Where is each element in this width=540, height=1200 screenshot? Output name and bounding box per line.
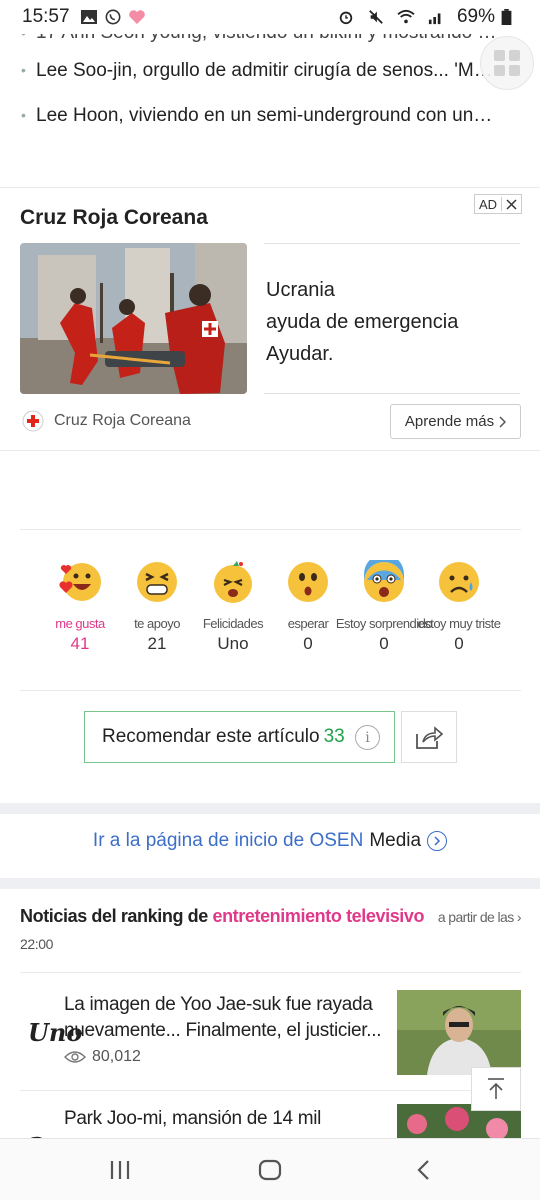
news-thumbnail[interactable]: [397, 990, 521, 1075]
reaction-surprised[interactable]: Estoy sorprendido 0: [336, 560, 433, 654]
reaction-congrats[interactable]: Felicidades Uno: [195, 560, 271, 654]
divider: [264, 243, 520, 244]
hushed-emoji-icon: [288, 562, 328, 602]
chevron-right-icon: [427, 831, 448, 851]
advertiser-name[interactable]: Cruz Roja Coreana: [54, 412, 191, 430]
scroll-to-top-button[interactable]: [471, 1067, 521, 1111]
love-emoji-icon: [59, 563, 101, 601]
share-icon: [416, 726, 443, 749]
reactions-bar: me gusta 41 te apoyo 21 Felicidades Uno …: [0, 560, 540, 670]
status-bar: 15:57 69%: [0, 0, 540, 34]
recent-apps-button[interactable]: [107, 1157, 133, 1183]
home-button[interactable]: [257, 1157, 283, 1183]
arrow-up-icon: [488, 1078, 504, 1099]
section-separator: [0, 878, 540, 889]
ad-photo[interactable]: [20, 243, 247, 394]
ad-copy[interactable]: Ucrania ayuda de emergencia Ayudar.: [266, 274, 458, 370]
recommend-count: 33: [323, 726, 345, 747]
back-button[interactable]: [410, 1157, 436, 1183]
status-time: 15:57: [22, 6, 70, 27]
info-icon[interactable]: i: [355, 725, 380, 750]
divider: [20, 1090, 521, 1091]
news-photo: [397, 990, 521, 1075]
image-icon: [80, 10, 97, 24]
divider: [20, 972, 521, 973]
whatsapp-icon: [105, 9, 121, 25]
signal-icon: [428, 13, 441, 25]
view-count: 80,012: [64, 1048, 141, 1066]
eye-icon: [64, 1051, 86, 1063]
recommend-article-button[interactable]: Recomendar este artículo 33 i: [84, 711, 395, 763]
related-article[interactable]: • Lee Hoon, viviendo en un semi-undergrou…: [0, 93, 540, 138]
osen-home-link[interactable]: Ir a la página de inicio de OSEN Media: [0, 830, 540, 852]
sad-emoji-icon: [439, 562, 479, 602]
ranking-header: Noticias del ranking de entretenimiento …: [20, 906, 522, 952]
heart-icon: [128, 10, 145, 24]
ranking-category-link[interactable]: entretenimiento televisivo: [212, 906, 424, 926]
ranking-more-link[interactable]: a partir de las ›: [438, 909, 522, 925]
reaction-support[interactable]: te apoyo 21: [119, 560, 195, 654]
wifi-icon: [397, 9, 415, 24]
battery-percent: 69%: [456, 6, 495, 27]
divider: [264, 393, 520, 394]
related-articles: •17 Ahn Seon young, vistiendo un bikini …: [0, 18, 540, 138]
party-emoji-icon: [214, 561, 252, 603]
learn-more-button[interactable]: Aprende más: [390, 404, 521, 439]
grid-icon: [494, 50, 520, 76]
battery-icon: [501, 9, 512, 25]
home-icon: [258, 1159, 282, 1181]
reaction-wait[interactable]: esperar 0: [270, 560, 346, 654]
shocked-emoji-icon: [364, 560, 404, 602]
section-separator: [0, 803, 540, 814]
recent-apps-icon: [110, 1161, 130, 1179]
system-navigation-bar: [0, 1138, 540, 1200]
grin-emoji-icon: [137, 562, 177, 602]
divider: [20, 529, 521, 530]
divider: [0, 450, 540, 451]
reaction-like[interactable]: me gusta 41: [42, 560, 118, 654]
advertiser-title[interactable]: Cruz Roja Coreana: [20, 206, 208, 230]
ranking-time: 22:00: [20, 936, 54, 952]
close-icon[interactable]: [506, 198, 517, 210]
red-cross-logo-icon: [22, 410, 44, 432]
app-grid-button[interactable]: [480, 36, 534, 90]
ad-card[interactable]: AD Cruz Roja Coreana Ucrania ayuda de em…: [0, 188, 540, 450]
divider: [20, 690, 521, 691]
reaction-sad[interactable]: estoy muy triste 0: [417, 560, 501, 654]
mute-icon: [369, 10, 383, 24]
share-button[interactable]: [401, 711, 457, 763]
alarm-icon: [339, 11, 353, 25]
related-article[interactable]: • Lee Soo-jin, orgullo de admitir cirugía…: [0, 48, 540, 93]
back-icon: [417, 1160, 429, 1180]
news-title[interactable]: La imagen de Yoo Jae-suk fue rayada nuev…: [64, 992, 384, 1044]
chevron-right-icon: [499, 415, 507, 428]
red-cross-rescue-image: [20, 243, 247, 394]
news-title[interactable]: Park Joo-mi, mansión de 14 mil: [64, 1106, 384, 1132]
ad-badge[interactable]: AD: [473, 194, 522, 214]
